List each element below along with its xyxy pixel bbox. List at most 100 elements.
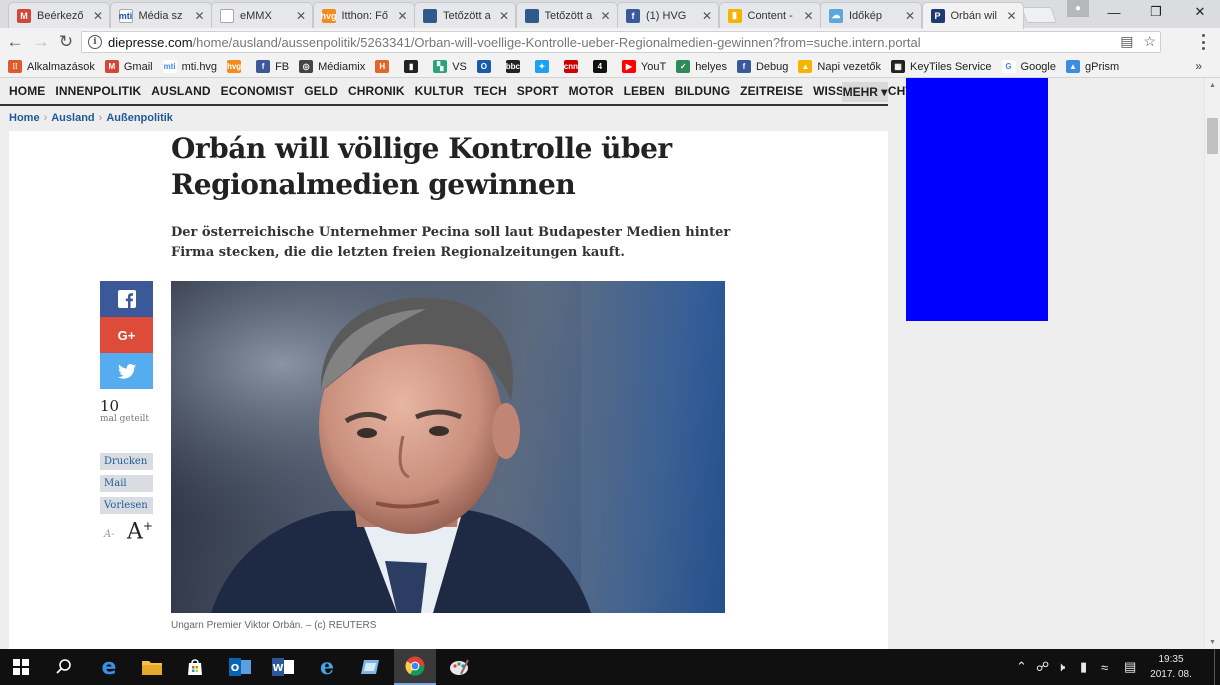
volume-icon[interactable]: 🕨 (1057, 649, 1065, 685)
reload-icon[interactable]: ↻ (55, 32, 77, 52)
nav-item-sport[interactable]: SPORT (517, 84, 559, 98)
bookmark-item[interactable]: M Gmail (104, 60, 153, 73)
close-tab-icon[interactable]: ✕ (802, 9, 816, 23)
bookmark-item[interactable]: ✓ helyes (676, 60, 727, 73)
windows-start-icon[interactable] (0, 649, 42, 685)
bookmark-item[interactable]: ▚ VS (433, 60, 467, 73)
close-tab-icon[interactable]: ✕ (903, 9, 917, 23)
edge-browser-icon[interactable]: e (88, 649, 130, 685)
close-tab-icon[interactable]: ✕ (396, 9, 410, 23)
close-tab-icon[interactable]: ✕ (700, 9, 714, 23)
paint-app-icon[interactable] (438, 649, 480, 685)
browser-tab[interactable]: Tetőzött a ✕ (515, 2, 618, 28)
outlook-icon[interactable]: O (219, 649, 261, 685)
nav-item-zeitreise[interactable]: ZEITREISE (740, 84, 803, 98)
nav-item-motor[interactable]: MOTOR (569, 84, 614, 98)
bookmark-item[interactable]: 4 (592, 60, 612, 73)
show-desktop-button[interactable] (1214, 649, 1220, 685)
googleplus-share-button[interactable]: G+ (100, 317, 153, 353)
bookmark-item[interactable]: bbc (506, 60, 525, 73)
chrome-taskbar-icon[interactable] (394, 649, 436, 685)
page-scrollbar[interactable]: ▲ ▼ (1204, 78, 1220, 649)
remote-desktop-icon[interactable] (349, 649, 391, 685)
close-tab-icon[interactable]: ✕ (193, 9, 207, 23)
scroll-down-icon[interactable]: ▼ (1205, 635, 1220, 649)
bookmark-item[interactable]: G Google (1001, 60, 1056, 73)
close-tab-icon[interactable]: ✕ (294, 9, 308, 23)
bookmark-item[interactable]: cnn (564, 60, 583, 73)
close-tab-icon[interactable]: ✕ (497, 9, 511, 23)
bookmark-item[interactable]: ▲ gPrism (1066, 60, 1119, 73)
browser-tab[interactable]: eMMX ✕ (211, 2, 313, 28)
bookmark-star-icon[interactable]: ☆ (1143, 33, 1156, 50)
browser-tab[interactable]: mti Média sz ✕ (109, 2, 212, 28)
bookmark-item[interactable]: hvg (227, 60, 246, 73)
restore-icon[interactable]: ❐ (1136, 0, 1176, 24)
chrome-menu-icon[interactable] (1197, 34, 1209, 50)
bookmark-item[interactable]: mti mti.hvg (162, 60, 217, 73)
nav-item-tech[interactable]: TECH (474, 84, 507, 98)
system-clock[interactable]: 19:35 2017. 08. 04. (1146, 652, 1196, 685)
store-icon[interactable] (174, 649, 216, 685)
browser-tab[interactable]: hvg Itthon: Fő ✕ (312, 2, 415, 28)
bookmark-item[interactable]: ▲ Napi vezetők (798, 60, 881, 73)
browser-tab[interactable]: M Beérkező ✕ (8, 2, 110, 28)
browser-tab[interactable]: ▮ Content - ✕ (718, 2, 821, 28)
browser-tab[interactable]: Tetőzött a ✕ (414, 2, 516, 28)
close-tab-icon[interactable]: ✕ (91, 9, 105, 23)
new-tab-button[interactable] (1021, 7, 1057, 23)
bookmark-item[interactable]: ▶ YouT (621, 60, 666, 73)
bookmark-item[interactable]: ✦ (534, 60, 554, 73)
facebook-share-button[interactable] (100, 281, 153, 317)
back-arrow-icon[interactable]: ← (4, 32, 26, 52)
nav-item-ausland[interactable]: AUSLAND (151, 84, 210, 98)
nav-item-leben[interactable]: LEBEN (624, 84, 665, 98)
wifi-icon[interactable]: ≈ (1101, 649, 1108, 685)
bookmark-item[interactable]: f Debug (736, 60, 788, 73)
network-status-icon[interactable]: ☍ (1036, 649, 1049, 685)
read-aloud-button[interactable]: Vorlesen (100, 497, 153, 514)
breadcrumb-home[interactable]: Home (9, 112, 40, 124)
file-explorer-icon[interactable] (131, 649, 173, 685)
nav-item-economist[interactable]: ECONOMIST (221, 84, 295, 98)
scroll-up-icon[interactable]: ▲ (1205, 78, 1220, 92)
bookmark-item[interactable]: f FB (256, 60, 289, 73)
nav-item-chronik[interactable]: CHRONIK (348, 84, 405, 98)
search-icon[interactable] (43, 649, 85, 685)
minimize-icon[interactable]: — (1094, 0, 1134, 24)
close-tab-icon[interactable]: ✕ (1005, 9, 1019, 23)
mail-button[interactable]: Mail (100, 475, 153, 492)
bookmark-item[interactable]: O (476, 60, 496, 73)
font-decrease-button[interactable]: A- (104, 529, 115, 540)
internet-explorer-icon[interactable]: e (306, 649, 348, 685)
forward-arrow-icon[interactable]: → (30, 32, 52, 52)
browser-tab[interactable]: f (1) HVG ✕ (617, 2, 719, 28)
twitter-share-button[interactable] (100, 353, 153, 389)
bookmark-item[interactable]: H (375, 60, 394, 73)
address-bar[interactable]: i diepresse.com/home/ausland/aussenpolit… (81, 31, 1161, 53)
word-icon[interactable]: W (262, 649, 304, 685)
notifications-icon[interactable]: ▤ (1124, 649, 1136, 685)
nav-item-geld[interactable]: GELD (304, 84, 338, 98)
browser-tab[interactable]: ☁ Időkép ✕ (820, 2, 922, 28)
battery-icon[interactable]: ▮ (1080, 649, 1087, 685)
nav-item-home[interactable]: HOME (9, 84, 45, 98)
user-profile-icon[interactable]: ● (1067, 0, 1089, 17)
bookmark-item[interactable]: ▦ KeyTiles Service (891, 60, 992, 73)
close-window-icon[interactable]: ✕ (1180, 0, 1220, 24)
close-tab-icon[interactable]: ✕ (599, 9, 613, 23)
translate-icon[interactable]: ▤ (1120, 33, 1133, 50)
scrollbar-thumb[interactable] (1207, 118, 1218, 154)
browser-tab[interactable]: P Orbán wil ✕ (921, 2, 1024, 29)
nav-item-kultur[interactable]: KULTUR (415, 84, 464, 98)
nav-item-bildung[interactable]: BILDUNG (675, 84, 730, 98)
bookmark-item[interactable]: ⁞⁞ Alkalmazások (8, 60, 95, 73)
nav-item-innenpolitik[interactable]: INNENPOLITIK (55, 84, 141, 98)
show-hidden-icons-icon[interactable]: ⌃ (1016, 649, 1027, 685)
advertisement-block[interactable] (906, 78, 1048, 321)
bookmarks-overflow-icon[interactable]: » (1195, 59, 1202, 73)
bookmark-item[interactable]: ◎ Médiamix (299, 60, 365, 73)
bookmark-item[interactable]: ▮ (404, 60, 423, 73)
site-info-icon[interactable]: i (88, 35, 102, 49)
breadcrumb-ausland[interactable]: Ausland (51, 112, 94, 124)
